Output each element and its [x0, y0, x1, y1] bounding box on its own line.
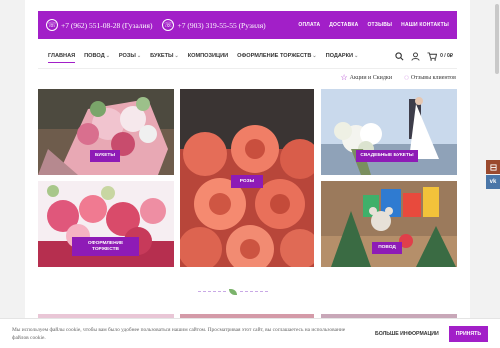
sub-nav: ☆ Акции и Скидки ◌ Отзывы клиентов	[340, 73, 456, 82]
side-button-vk[interactable]: vk	[486, 175, 500, 189]
top-bar: ☏ +7 (962) 551-08-28 (Гузалия) ☏ +7 (903…	[38, 11, 457, 39]
more-info-button[interactable]: БОЛЬШЕ ИНФОРМАЦИИ	[375, 331, 439, 337]
side-button-share[interactable]	[486, 160, 500, 174]
phone-icon: ☏	[46, 19, 58, 31]
tile-label: ОФОРМЛЕНИЕ ТОРЖЕСТВ	[72, 237, 139, 256]
vk-icon: vk	[489, 179, 497, 185]
leaf-icon	[229, 289, 237, 295]
promo-label: Акции и Скидки	[349, 75, 393, 81]
tile-occasion[interactable]: ПОВОД	[321, 181, 457, 267]
cart-button[interactable]: 0 / 0₽	[427, 51, 453, 61]
nav-label: ГЛАВНАЯ	[48, 53, 76, 59]
nav-icons: 0 / 0₽	[395, 51, 457, 61]
divider-line	[198, 291, 226, 293]
chevron-down-icon: ⌄	[105, 53, 110, 59]
scrollbar-thumb[interactable]	[495, 4, 499, 74]
reviews-link[interactable]: ◌ Отзывы клиентов	[404, 73, 456, 82]
wedding-image	[321, 89, 457, 175]
nav-item-bouquets[interactable]: БУКЕТЫ⌄	[150, 53, 179, 59]
cart-total: 0 / 0₽	[440, 53, 453, 59]
nav-label: ОФОРМЛЕНИЕ ТОРЖЕСТВ	[237, 53, 312, 59]
tile-wedding[interactable]: СВАДЕБНЫЕ БУКЕТЫ	[321, 89, 457, 175]
decorative-divider	[198, 289, 268, 295]
tile-roses[interactable]: РОЗЫ	[180, 89, 314, 267]
star-icon: ☆	[340, 73, 348, 82]
tile-label: СВАДЕБНЫЕ БУКЕТЫ	[356, 150, 418, 162]
nav-label: ПОВОД	[84, 53, 105, 59]
tile-label: РОЗЫ	[231, 175, 263, 188]
nav-item-roses[interactable]: РОЗЫ⌄	[119, 53, 141, 59]
user-icon[interactable]	[411, 51, 420, 61]
phone-1[interactable]: ☏ +7 (962) 551-08-28 (Гузалия)	[46, 19, 152, 31]
nav-item-events[interactable]: ОФОРМЛЕНИЕ ТОРЖЕСТВ⌄	[237, 53, 316, 59]
occasion-image	[321, 181, 457, 267]
nav-item-occasion[interactable]: ПОВОД⌄	[84, 53, 110, 59]
main-nav: ГЛАВНАЯ ПОВОД⌄ РОЗЫ⌄ БУКЕТЫ⌄ КОМПОЗИЦИИ …	[38, 45, 457, 67]
accept-button[interactable]: ПРИНЯТЬ	[448, 325, 489, 342]
nav-item-compositions[interactable]: КОМПОЗИЦИИ	[188, 53, 228, 59]
top-link-reviews[interactable]: ОТЗЫВЫ	[367, 22, 392, 28]
nav-divider	[38, 68, 457, 69]
phone-2[interactable]: ☏ +7 (903) 319-55-55 (Рузиля)	[162, 19, 266, 31]
bouquet-image	[38, 89, 174, 175]
nav-label: БУКЕТЫ	[150, 53, 174, 59]
phone-icon: ☏	[162, 19, 175, 31]
top-link-contacts[interactable]: НАШИ КОНТАКТЫ	[401, 22, 449, 28]
search-icon[interactable]	[395, 51, 404, 61]
phone-2-text: +7 (903) 319-55-55 (Рузиля)	[177, 20, 266, 30]
cookie-banner: Мы используем файлы cookie, чтобы вам бы…	[0, 318, 500, 348]
nav-item-home[interactable]: ГЛАВНАЯ	[48, 53, 76, 63]
cookie-text: Мы используем файлы cookie, чтобы вам бы…	[12, 326, 346, 341]
tile-bouquets[interactable]: БУКЕТЫ	[38, 89, 174, 175]
nav-label: РОЗЫ	[118, 53, 136, 59]
tile-label: ПОВОД	[372, 242, 402, 254]
top-link-payment[interactable]: ОПЛАТА	[298, 22, 320, 28]
phone-1-text: +7 (962) 551-08-28 (Гузалия)	[61, 20, 153, 30]
tile-label: БУКЕТЫ	[90, 150, 120, 162]
chevron-down-icon: ⌄	[174, 53, 179, 59]
nav-label: ПОДАРКИ	[325, 53, 354, 59]
reviews-label: Отзывы клиентов	[410, 75, 456, 81]
chevron-down-icon: ⌄	[354, 53, 359, 59]
divider-line	[240, 291, 268, 293]
cart-icon	[427, 51, 438, 61]
tile-events[interactable]: ОФОРМЛЕНИЕ ТОРЖЕСТВ	[38, 181, 174, 267]
page-container: ☏ +7 (962) 551-08-28 (Гузалия) ☏ +7 (903…	[25, 0, 470, 348]
chat-icon: ◌	[404, 73, 409, 82]
chevron-down-icon: ⌄	[136, 53, 142, 59]
share-icon	[489, 163, 497, 171]
chevron-down-icon: ⌄	[312, 53, 317, 59]
top-links: ОПЛАТА ДОСТАВКА ОТЗЫВЫ НАШИ КОНТАКТЫ	[298, 22, 449, 28]
nav-item-gifts[interactable]: ПОДАРКИ⌄	[326, 53, 359, 59]
nav-label: КОМПОЗИЦИИ	[187, 53, 229, 59]
promo-link[interactable]: ☆ Акции и Скидки	[340, 73, 392, 82]
top-link-delivery[interactable]: ДОСТАВКА	[329, 22, 358, 28]
